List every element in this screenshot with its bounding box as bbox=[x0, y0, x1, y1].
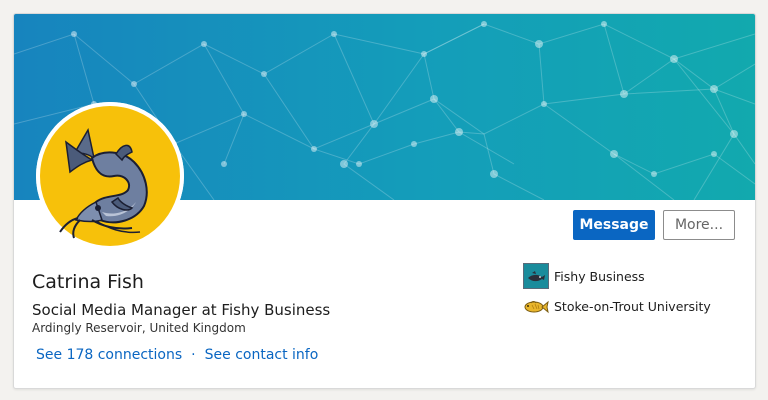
connections-link[interactable]: See 178 connections bbox=[36, 347, 182, 363]
profile-affiliations: Fishy Business Stoke-on-Trout University bbox=[523, 263, 711, 323]
profile-card: Message More... Catrina Fish Social Medi… bbox=[13, 13, 756, 389]
affiliation-company[interactable]: Fishy Business bbox=[523, 263, 711, 289]
affiliation-company-label: Fishy Business bbox=[554, 268, 645, 284]
profile-location: Ardingly Reservoir, United Kingdom bbox=[32, 321, 246, 335]
profile-name: Catrina Fish bbox=[32, 271, 144, 293]
profile-actions: Message More... bbox=[573, 210, 735, 240]
link-separator: · bbox=[191, 347, 196, 363]
fish-logo-icon bbox=[523, 293, 549, 319]
message-button[interactable]: Message bbox=[573, 210, 655, 240]
profile-links: See 178 connections · See contact info bbox=[36, 347, 318, 363]
profile-avatar[interactable] bbox=[36, 102, 184, 250]
profile-headline: Social Media Manager at Fishy Business bbox=[32, 301, 331, 319]
affiliation-school[interactable]: Stoke-on-Trout University bbox=[523, 293, 711, 319]
contact-info-link[interactable]: See contact info bbox=[205, 347, 319, 363]
company-logo-icon bbox=[523, 263, 549, 289]
more-button[interactable]: More... bbox=[663, 210, 735, 240]
affiliation-school-label: Stoke-on-Trout University bbox=[554, 298, 711, 314]
